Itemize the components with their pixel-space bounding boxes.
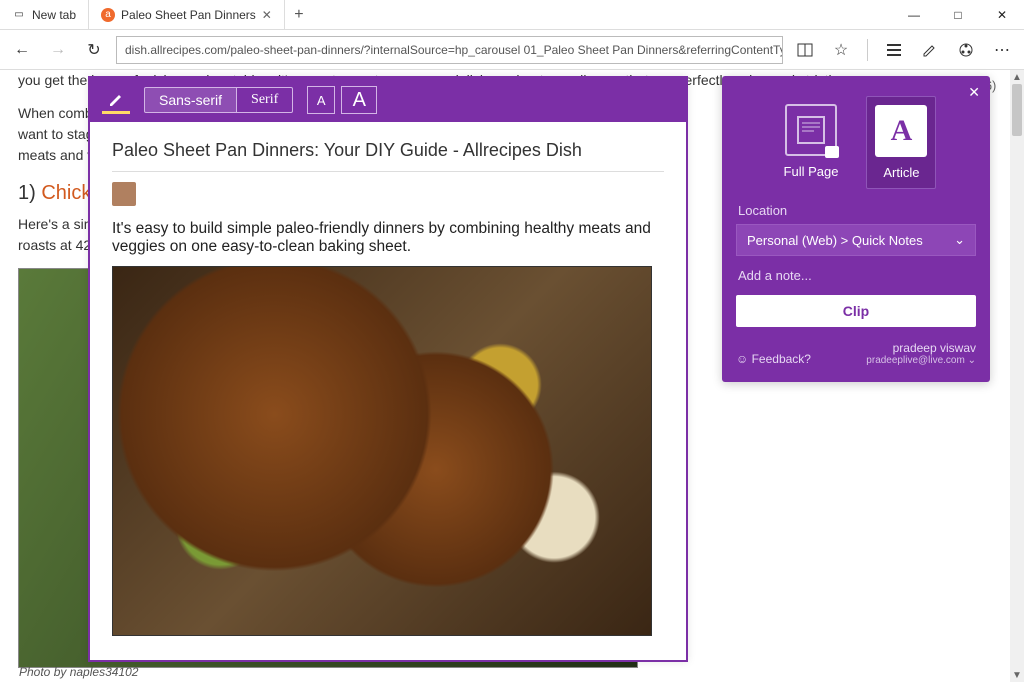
location-label: Location [738, 203, 976, 218]
scroll-up-icon[interactable]: ▲ [1010, 70, 1024, 84]
tab-new[interactable]: ▭ New tab [0, 0, 89, 29]
scroll-down-icon[interactable]: ▼ [1010, 668, 1024, 682]
maximize-button[interactable]: □ [936, 0, 980, 30]
chevron-down-icon: ⌄ [954, 232, 965, 248]
allrecipes-icon: a [101, 8, 115, 22]
size-toggle: A A [307, 86, 377, 114]
window-controls: — □ ✕ [892, 0, 1024, 30]
forward-button[interactable]: → [44, 36, 72, 64]
font-serif-button[interactable]: Serif [236, 88, 292, 112]
camera-icon [825, 146, 839, 158]
preview-body: Paleo Sheet Pan Dinners: Your DIY Guide … [90, 122, 686, 660]
mode-article[interactable]: A Article [866, 96, 936, 189]
mode-selector: Full Page A Article [736, 96, 976, 189]
back-button[interactable]: ← [8, 36, 36, 64]
author-avatar [112, 182, 136, 206]
window-close-button[interactable]: ✕ [980, 0, 1024, 30]
reading-view-icon[interactable] [791, 36, 819, 64]
size-small-button[interactable]: A [307, 86, 335, 114]
size-large-button[interactable]: A [341, 86, 377, 114]
fullpage-icon [785, 104, 837, 156]
highlighter-button[interactable] [102, 86, 130, 114]
location-value: Personal (Web) > Quick Notes [747, 233, 923, 248]
tabstrip: ▭ New tab a Paleo Sheet Pan Dinners ✕ + [0, 0, 313, 29]
url-text: dish.allrecipes.com/paleo-sheet-pan-dinn… [125, 43, 783, 57]
new-tab-button[interactable]: + [285, 6, 313, 24]
chevron-down-icon: ⌄ [968, 355, 976, 366]
clipper-preview: Sans-serif Serif A A Paleo Sheet Pan Din… [88, 76, 688, 662]
minimize-button[interactable]: — [892, 0, 936, 30]
location-dropdown[interactable]: Personal (Web) > Quick Notes ⌄ [736, 224, 976, 256]
mode-label: Full Page [784, 164, 839, 179]
font-sans-button[interactable]: Sans-serif [145, 88, 236, 112]
webnote-icon[interactable] [916, 36, 944, 64]
preview-toolbar: Sans-serif Serif A A [90, 78, 686, 122]
smiley-icon: ☺ [736, 352, 752, 366]
panel-close-button[interactable]: ✕ [968, 84, 980, 101]
mode-fullpage[interactable]: Full Page [776, 96, 847, 189]
font-toggle: Sans-serif Serif [144, 87, 293, 113]
mode-label: Article [883, 165, 919, 180]
tab-allrecipes[interactable]: a Paleo Sheet Pan Dinners ✕ [89, 0, 285, 29]
address-bar[interactable]: dish.allrecipes.com/paleo-sheet-pan-dinn… [116, 36, 783, 64]
hub-icon[interactable] [880, 36, 908, 64]
preview-text: It's easy to build simple paleo-friendly… [112, 220, 664, 256]
note-input[interactable]: Add a note... [738, 268, 976, 283]
share-icon[interactable] [952, 36, 980, 64]
favorite-icon[interactable]: ☆ [827, 36, 855, 64]
user-name: pradeep viswav [866, 341, 976, 355]
image-caption: Photo by naples34102 [19, 663, 637, 681]
preview-title: Paleo Sheet Pan Dinners: Your DIY Guide … [112, 140, 664, 172]
scrollbar[interactable]: ▲ ▼ [1010, 70, 1024, 682]
preview-image [112, 266, 652, 636]
account-menu[interactable]: pradeep viswav pradeeplive@live.com ⌄ [866, 341, 976, 366]
page-icon: ▭ [12, 8, 26, 22]
feedback-link[interactable]: ☺ Feedback? [736, 352, 811, 366]
titlebar: ▭ New tab a Paleo Sheet Pan Dinners ✕ + … [0, 0, 1024, 30]
panel-footer: ☺ Feedback? pradeep viswav pradeeplive@l… [736, 341, 976, 366]
refresh-button[interactable]: ↻ [80, 36, 108, 64]
more-icon[interactable]: ⋯ [988, 36, 1016, 64]
separator [867, 39, 868, 61]
article-icon: A [875, 105, 927, 157]
user-email: pradeeplive@live.com [866, 355, 965, 366]
toolbar-right: ☆ ⋯ [791, 36, 1016, 64]
clip-button[interactable]: Clip [736, 295, 976, 327]
tab-title: New tab [32, 8, 76, 22]
close-icon[interactable]: ✕ [262, 8, 272, 22]
scrollbar-thumb[interactable] [1012, 84, 1022, 136]
recipe-link[interactable]: Chick [41, 182, 91, 204]
tab-title: Paleo Sheet Pan Dinners [121, 8, 256, 22]
clipper-panel: ✕ Full Page A Article Location Personal … [722, 76, 990, 382]
toolbar: ← → ↻ dish.allrecipes.com/paleo-sheet-pa… [0, 30, 1024, 70]
